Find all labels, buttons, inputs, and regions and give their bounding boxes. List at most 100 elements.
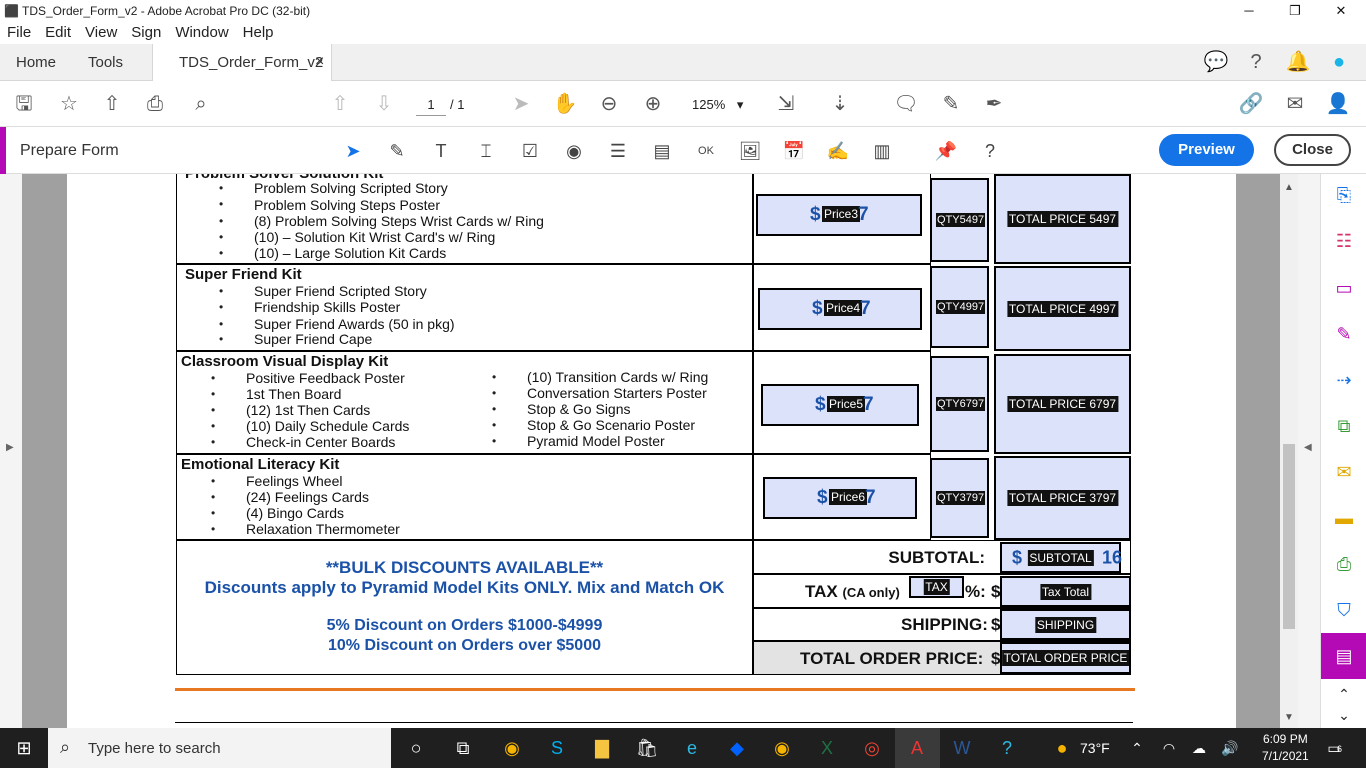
text-icon[interactable]: T — [428, 138, 454, 164]
task-view-icon[interactable]: ⧉ — [451, 736, 475, 760]
menu-edit[interactable]: Edit — [38, 22, 78, 41]
page-fit-icon[interactable]: ⇲ — [772, 90, 800, 118]
upload-icon[interactable]: ⇧ — [98, 90, 126, 118]
menu-file[interactable]: File — [0, 22, 38, 41]
prepare-form-tool[interactable]: ▤ — [1321, 633, 1366, 679]
windows-start-icon[interactable]: ⊞ — [12, 736, 36, 760]
close-window-button[interactable]: ✕ — [1318, 0, 1364, 22]
clock[interactable]: 6:09 PM 7/1/2021 — [1262, 731, 1309, 765]
shipping-field[interactable]: SHIPPING — [1000, 609, 1131, 640]
pin-icon[interactable]: 📌 — [933, 138, 959, 164]
left-panel-toggle[interactable]: ▶ — [0, 174, 22, 728]
chrome-profile-icon[interactable]: ◉ — [770, 736, 794, 760]
scroll-mode-icon[interactable]: ⇣ — [826, 90, 854, 118]
word-icon[interactable]: W — [950, 736, 974, 760]
tab-close-icon[interactable]: × — [315, 53, 324, 71]
image-icon[interactable]: 🖼 — [737, 138, 763, 164]
comment-panel-icon[interactable]: ▬ — [1331, 505, 1357, 531]
edit-pdf-icon[interactable]: ▭ — [1331, 275, 1357, 301]
print-icon[interactable]: ⎙ — [141, 90, 169, 118]
file-explorer-icon[interactable]: ▇ — [590, 736, 614, 760]
store-icon[interactable]: 🛍 — [635, 736, 659, 760]
line-total-field[interactable]: TOTAL PRICE 3797 — [994, 456, 1131, 540]
creative-cloud-icon[interactable]: ◎ — [860, 736, 884, 760]
scroll-thumb[interactable] — [1283, 444, 1295, 629]
chevron-right-icon[interactable]: ▶ — [6, 442, 14, 453]
weather-icon[interactable]: ● — [1050, 736, 1074, 760]
sign-icon[interactable]: ✒ — [980, 90, 1008, 118]
taskbar-search[interactable]: ⌕ Type here to search — [48, 728, 391, 768]
acrobat-taskbar-active[interactable]: A — [895, 728, 940, 768]
zoom-select[interactable]: 125% ▾ — [692, 94, 743, 116]
print-production-icon[interactable]: ⎙ — [1331, 551, 1357, 577]
create-pdf-icon[interactable]: ⎘ — [1331, 182, 1357, 208]
bell-icon[interactable]: 🔔 — [1284, 48, 1312, 76]
price-field[interactable]: $ Price6 7 — [763, 477, 917, 519]
qty-field[interactable]: QTY6797 — [930, 356, 989, 452]
edge-icon[interactable]: e — [680, 736, 704, 760]
vertical-scrollbar[interactable]: ▲ ▼ — [1280, 174, 1298, 728]
avatar[interactable]: ● — [1325, 48, 1353, 76]
price-field[interactable]: $ Price4 7 — [758, 288, 922, 330]
notification-icon[interactable]: ▭ — [1322, 736, 1346, 760]
highlight-icon[interactable]: ✎ — [937, 90, 965, 118]
help-icon[interactable]: ? — [1242, 48, 1270, 76]
onedrive-icon[interactable]: ☁ — [1187, 736, 1211, 760]
zoom-in-icon[interactable]: ⊕ — [639, 90, 667, 118]
menu-sign[interactable]: Sign — [124, 22, 168, 41]
restore-button[interactable]: ❐ — [1272, 0, 1318, 22]
edit-field-icon[interactable]: ✎ — [384, 138, 410, 164]
save-icon[interactable]: 🖫 — [10, 90, 38, 118]
chrome-icon[interactable]: ◉ — [500, 736, 524, 760]
tax-rate-field[interactable]: TAX — [909, 576, 964, 598]
organize-pages-icon[interactable]: ☷ — [1331, 228, 1357, 254]
tax-total-field[interactable]: Tax Total — [1000, 576, 1131, 607]
next-page-icon[interactable]: ⇩ — [370, 90, 398, 118]
tab-tools[interactable]: Tools — [88, 54, 123, 71]
list-box-icon[interactable]: ☰ — [605, 138, 631, 164]
preview-button[interactable]: Preview — [1159, 134, 1254, 166]
help-app-icon[interactable]: ? — [995, 736, 1019, 760]
dropbox-icon[interactable]: ◆ — [725, 736, 749, 760]
signature-field-icon[interactable]: ✍ — [825, 138, 851, 164]
checkbox-icon[interactable]: ☑ — [517, 138, 543, 164]
barcode-icon[interactable]: ▥ — [869, 138, 895, 164]
qty-field[interactable]: QTY4997 — [930, 266, 989, 348]
cortana-icon[interactable]: ○ — [404, 736, 428, 760]
text-field-icon[interactable]: ⌶ — [473, 138, 499, 164]
price-field[interactable]: $ Price5 7 — [761, 384, 919, 426]
page-number-input[interactable]: 1 — [416, 94, 446, 116]
chevron-left-icon[interactable]: ◀ — [1304, 442, 1312, 453]
price-field[interactable]: $ Price3 7 — [756, 194, 922, 236]
comment-icon[interactable]: 💬 — [1202, 48, 1230, 76]
scroll-down-icon[interactable]: ▼ — [1284, 712, 1294, 723]
radio-icon[interactable]: ◉ — [561, 138, 587, 164]
weather-temp[interactable]: 73°F — [1080, 740, 1110, 756]
scroll-up-icon[interactable]: ▲ — [1284, 182, 1294, 193]
qty-field[interactable]: QTY5497 — [930, 178, 989, 262]
chevron-up-icon[interactable]: ⌃ — [1125, 736, 1149, 760]
minimize-button[interactable]: ─ — [1226, 0, 1272, 22]
close-button[interactable]: Close — [1274, 134, 1351, 166]
menu-view[interactable]: View — [78, 22, 124, 41]
hand-icon[interactable]: ✋ — [551, 90, 579, 118]
export-pdf-icon[interactable]: ⇢ — [1331, 367, 1357, 393]
star-icon[interactable]: ☆ — [55, 90, 83, 118]
menu-window[interactable]: Window — [168, 22, 235, 41]
tab-document[interactable]: TDS_Order_Form_v2 × — [152, 44, 332, 82]
prev-page-icon[interactable]: ⇧ — [326, 90, 354, 118]
tab-home[interactable]: Home — [16, 54, 56, 71]
date-icon[interactable]: 📅 — [781, 138, 807, 164]
subtotal-field[interactable]: $ SUBTOTAL 16 — [1000, 542, 1122, 573]
fill-sign-icon[interactable]: ✎ — [1331, 321, 1357, 347]
volume-icon[interactable]: 🔊 — [1218, 736, 1242, 760]
link-icon[interactable]: 🔗 — [1237, 90, 1265, 118]
line-total-field[interactable]: TOTAL PRICE 6797 — [994, 354, 1131, 454]
select-object-icon[interactable]: ➤ — [340, 138, 366, 164]
qty-field[interactable]: QTY3797 — [930, 458, 989, 538]
menu-help[interactable]: Help — [236, 22, 281, 41]
zoom-out-icon[interactable]: ⊖ — [595, 90, 623, 118]
send-comments-icon[interactable]: ✉ — [1331, 459, 1357, 485]
select-arrow-icon[interactable]: ➤ — [507, 90, 535, 118]
button-icon[interactable]: OK — [693, 138, 719, 164]
